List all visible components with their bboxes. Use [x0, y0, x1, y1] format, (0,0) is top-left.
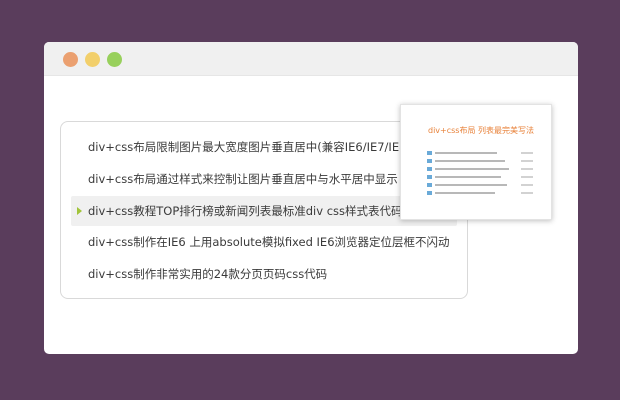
preview-row-icon: [427, 151, 432, 155]
preview-row-date: [521, 152, 533, 154]
window-titlebar: [44, 42, 578, 76]
preview-row-text: [435, 152, 497, 154]
list-item-label: div+css制作非常实用的24款分页页码css代码: [88, 267, 328, 281]
list-item-label: div+css制作在IE6 上用absolute模拟fixed IE6浏览器定位…: [88, 235, 450, 249]
preview-row-icon: [427, 175, 432, 179]
preview-row-text: [435, 192, 495, 194]
preview-row: [427, 165, 537, 173]
preview-title: div+css布局 列表最完美写法: [428, 126, 535, 135]
preview-row-icon: [427, 167, 432, 171]
preview-row: [427, 181, 537, 189]
preview-row-date: [521, 184, 533, 186]
list-item[interactable]: div+css制作非常实用的24款分页页码css代码: [61, 259, 467, 289]
preview-row-icon: [427, 191, 432, 195]
preview-thumbnail: div+css布局 列表最完美写法: [400, 104, 552, 220]
preview-row: [427, 189, 537, 197]
preview-row-text: [435, 160, 505, 162]
preview-row-date: [521, 160, 533, 162]
maximize-dot-icon[interactable]: [107, 52, 122, 67]
preview-row-icon: [427, 159, 432, 163]
preview-row: [427, 149, 537, 157]
preview-row-icon: [427, 183, 432, 187]
list-item-label: div+css布局通过样式来控制让图片垂直居中与水平居中显示: [88, 172, 398, 186]
preview-row-date: [521, 192, 533, 194]
list-item-label: div+css布局限制图片最大宽度图片垂直居中(兼容IE6/IE7/IE8/: [88, 140, 411, 154]
preview-row-text: [435, 184, 507, 186]
preview-row: [427, 157, 537, 165]
minimize-dot-icon[interactable]: [85, 52, 100, 67]
list-item-label: div+css教程TOP排行榜或新闻列表最标准div css样式表代码写: [88, 204, 415, 218]
browser-window: div+css布局限制图片最大宽度图片垂直居中(兼容IE6/IE7/IE8/ d…: [44, 42, 578, 354]
preview-row: [427, 173, 537, 181]
preview-row-date: [521, 176, 533, 178]
preview-row-date: [521, 168, 533, 170]
preview-row-text: [435, 168, 509, 170]
preview-row-text: [435, 176, 501, 178]
list-item[interactable]: div+css制作在IE6 上用absolute模拟fixed IE6浏览器定位…: [61, 227, 467, 257]
triangle-arrow-icon: [77, 207, 82, 215]
close-dot-icon[interactable]: [63, 52, 78, 67]
preview-rows: [427, 149, 537, 197]
